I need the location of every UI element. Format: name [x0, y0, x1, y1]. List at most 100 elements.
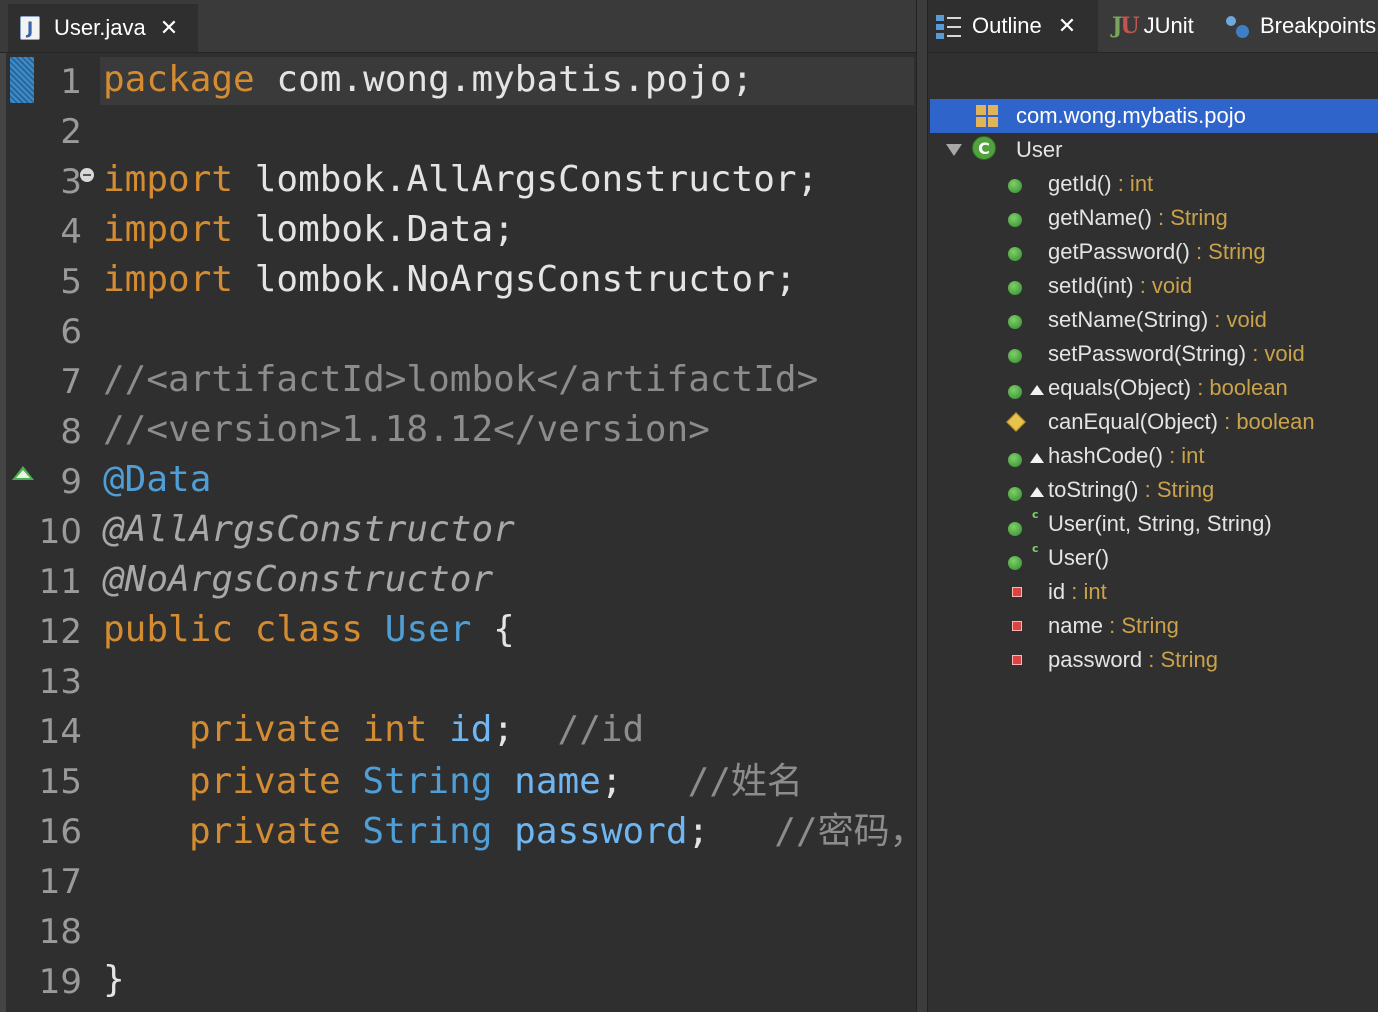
private-field-icon	[1012, 655, 1022, 665]
tree-item-member[interactable]: toString() : String	[928, 473, 1378, 507]
member-name: getName()	[1048, 205, 1152, 230]
tree-item-label: password : String	[1048, 647, 1218, 673]
tree-item-package[interactable]: com.wong.mybatis.pojo	[930, 99, 1378, 133]
tree-item-member[interactable]: canEqual(Object) : boolean	[928, 405, 1378, 439]
tab-label: Breakpoints	[1260, 13, 1377, 38]
tree-item-label: User(int, String, String)	[1048, 511, 1272, 537]
public-method-icon	[1008, 315, 1022, 329]
line-number: 10	[38, 512, 82, 552]
member-name: setName(String)	[1048, 307, 1209, 332]
member-name: hashCode()	[1048, 443, 1163, 468]
member-name: User(int, String, String)	[1048, 511, 1272, 536]
tab-user-java[interactable]: J User.java ✕	[8, 4, 198, 52]
code-line-14[interactable]: private int id; //id	[189, 705, 644, 755]
tree-item-member[interactable]: getPassword() : String	[928, 235, 1378, 269]
expand-arrow-icon[interactable]	[946, 144, 962, 156]
override-triangle-icon	[1030, 385, 1044, 395]
constructor-icon	[1008, 522, 1022, 536]
close-icon[interactable]: ✕	[1058, 15, 1076, 37]
line-number: 18	[38, 912, 82, 952]
keyword: private	[189, 811, 341, 852]
semicolon: ;	[600, 761, 623, 802]
import-path: lombok.AllArgsConstructor;	[233, 159, 819, 200]
code-line-7[interactable]: //<artifactId>lombok</artifactId>	[103, 355, 818, 405]
tree-item-member[interactable]: getId() : int	[928, 167, 1378, 201]
package-name: com.wong.mybatis.pojo;	[254, 59, 754, 100]
tree-item-class[interactable]: C User	[928, 133, 1378, 167]
breakpoints-icon	[1224, 13, 1252, 39]
import-path: lombok.NoArgsConstructor;	[233, 259, 797, 300]
tree-item-member[interactable]: getName() : String	[928, 201, 1378, 235]
line-number: 17	[38, 862, 82, 902]
line-number: 3	[60, 162, 82, 202]
code-line-10[interactable]: @AllArgsConstructor	[103, 505, 515, 555]
code-line-16[interactable]: private String password; //密码，	[189, 807, 926, 857]
member-type: : String	[1151, 205, 1228, 230]
tab-label: JUnit	[1143, 13, 1194, 38]
code-line-19[interactable]: }	[103, 955, 125, 1005]
keyword: private	[189, 761, 341, 802]
public-method-icon	[1008, 213, 1022, 227]
constructor-c-icon: c	[1032, 508, 1039, 521]
close-icon[interactable]: ✕	[160, 17, 178, 39]
tree-item-label: getId() : int	[1048, 171, 1153, 197]
line-number: 8	[60, 412, 82, 452]
brace: {	[471, 609, 515, 650]
tree-item-member[interactable]: setName(String) : void	[928, 303, 1378, 337]
tree-item-label: getName() : String	[1048, 205, 1228, 231]
fold-collapse-icon[interactable]	[80, 168, 94, 182]
member-type: : String	[1138, 477, 1215, 502]
field-name: password	[514, 811, 688, 852]
member-name: password	[1048, 647, 1143, 672]
member-type: : int	[1065, 579, 1107, 604]
current-line-marker	[10, 57, 34, 103]
code-line-3[interactable]: import lombok.AllArgsConstructor;	[103, 155, 818, 205]
tree-item-label: com.wong.mybatis.pojo	[1016, 103, 1246, 128]
tree-item-member[interactable]: setId(int) : void	[928, 269, 1378, 303]
member-name: User()	[1048, 545, 1110, 570]
code-line-4[interactable]: import lombok.Data;	[103, 205, 515, 255]
tree-item-member[interactable]: id : int	[928, 575, 1378, 609]
keyword: public class	[103, 609, 364, 650]
code-line-11[interactable]: @NoArgsConstructor	[103, 555, 493, 605]
junit-icon: JU	[1112, 13, 1140, 39]
tree-item-member[interactable]: hashCode() : int	[928, 439, 1378, 473]
code-line-12[interactable]: public class User {	[103, 605, 515, 655]
code-line-5[interactable]: import lombok.NoArgsConstructor;	[103, 255, 797, 305]
tree-item-label: User()	[1048, 545, 1109, 571]
member-name: getId()	[1048, 171, 1112, 196]
constructor-icon	[1008, 556, 1022, 570]
line-number: 5	[60, 262, 82, 302]
code-line-15[interactable]: private String name; //姓名	[189, 757, 803, 807]
type-name: String	[362, 761, 493, 802]
code-editor[interactable]: J User.java ✕ 1 2 3 4 5 6 7 8 9 10 11 12…	[0, 0, 926, 1012]
tree-item-member[interactable]: name : String	[928, 609, 1378, 643]
code-line-8[interactable]: //<version>1.18.12</version>	[103, 405, 710, 455]
tab-breakpoints[interactable]: Breakpoints	[1224, 0, 1376, 52]
tab-outline[interactable]: Outline ✕	[928, 0, 1098, 52]
tree-item-member[interactable]: c User(int, String, String)	[928, 507, 1378, 541]
tree-item-label: setPassword(String) : void	[1048, 341, 1305, 367]
line-number: 15	[38, 762, 82, 802]
line-number: 2	[60, 112, 82, 152]
private-field-icon	[1012, 621, 1022, 631]
tree-item-member[interactable]: password : String	[928, 643, 1378, 677]
line-number: 9	[60, 462, 82, 502]
line-number: 12	[38, 612, 82, 652]
tree-item-member[interactable]: equals(Object) : boolean	[928, 371, 1378, 405]
member-type: : int	[1162, 443, 1205, 468]
pane-divider[interactable]	[916, 0, 928, 1012]
tree-item-member[interactable]: c User()	[928, 541, 1378, 575]
member-type: : boolean	[1191, 375, 1288, 400]
tree-item-label: getPassword() : String	[1048, 239, 1266, 265]
tree-item-label: toString() : String	[1048, 477, 1214, 503]
public-method-icon	[1008, 349, 1022, 363]
code-line-1[interactable]: package com.wong.mybatis.pojo;	[103, 55, 753, 105]
type-name: String	[362, 811, 493, 852]
tab-junit[interactable]: JU JUnit	[1112, 0, 1194, 52]
tree-item-member[interactable]: setPassword(String) : void	[928, 337, 1378, 371]
comment: //密码，	[774, 811, 926, 852]
public-method-icon	[1008, 179, 1022, 193]
member-name: setPassword(String)	[1048, 341, 1247, 366]
code-line-9[interactable]: @Data	[103, 455, 211, 505]
